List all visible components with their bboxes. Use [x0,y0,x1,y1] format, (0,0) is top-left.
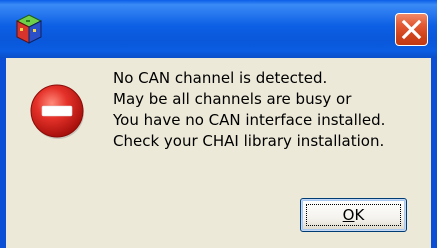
title-bar[interactable] [0,0,437,58]
close-icon [401,19,422,40]
message-line: Check your CHAI library installation. [113,132,385,150]
message-line: You have no CAN interface installed. [113,111,386,129]
message-line: May be all channels are busy or [113,90,352,108]
message-dialog: No CAN channel is detected. May be all c… [0,0,437,248]
message-line: No CAN channel is detected. [113,69,328,87]
ok-button-label-rest: K [354,206,365,224]
close-button[interactable] [395,13,428,46]
focus-rectangle: OK [306,204,401,226]
ok-button-label: OK [343,206,365,224]
ok-button[interactable]: OK [300,198,407,232]
error-icon [30,84,84,139]
message-text: No CAN channel is detected. May be all c… [113,68,429,152]
dialog-body: No CAN channel is detected. May be all c… [6,58,431,248]
application-icon [16,14,42,44]
ok-button-mnemonic: O [342,206,355,224]
